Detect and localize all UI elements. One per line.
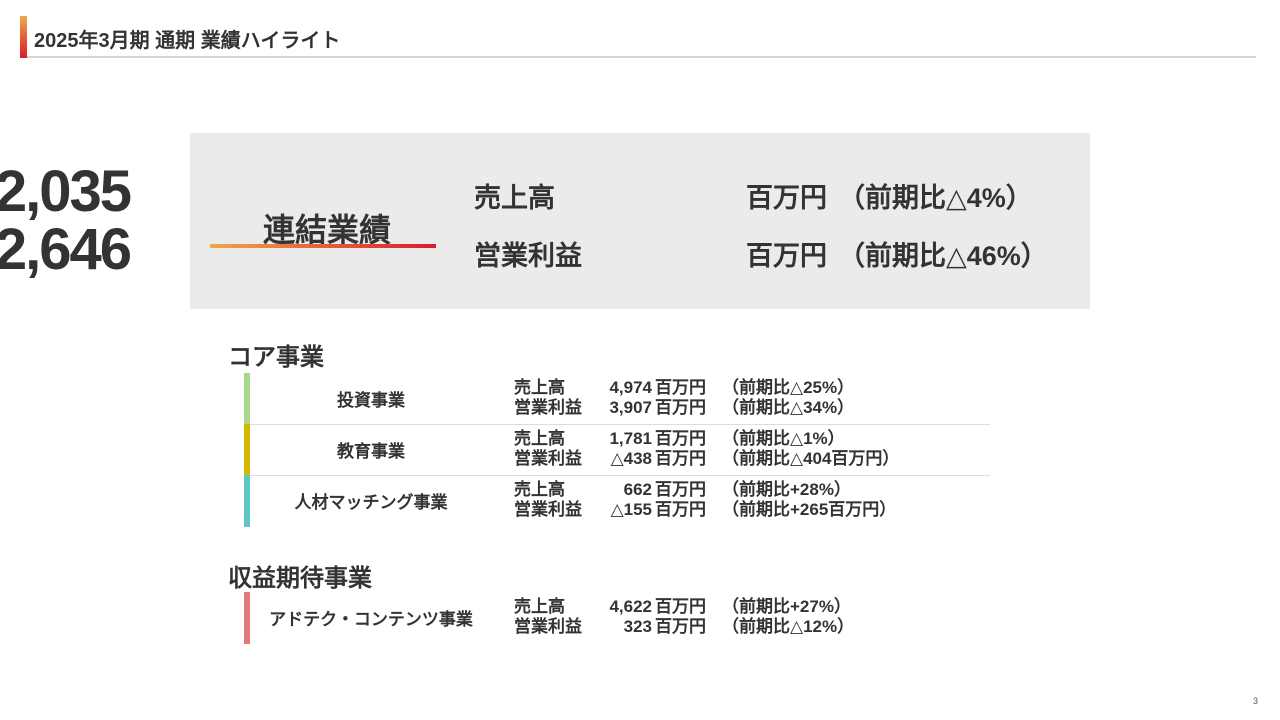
metric-change: （前期比△34%） (722, 398, 855, 417)
metric-change: （前期比△25%） (722, 378, 855, 397)
segment-education: 教育事業 売上高 1,781 百万円 （前期比△1%） 営業利益 △438 百万… (244, 424, 990, 476)
segment-hr-matching: 人材マッチング事業 売上高 662 百万円 （前期比+28%） 営業利益 △15… (244, 475, 990, 527)
summary-metric-unit: 百万円 (746, 183, 827, 213)
summary-metric-label: 売上高 (474, 183, 555, 213)
segment-name: 投資事業 (337, 391, 405, 410)
segment-adtech-content: アドテク・コンテンツ事業 売上高 4,622 百万円 （前期比+27%） 営業利… (244, 592, 990, 644)
metric-unit: 百万円 (655, 449, 706, 468)
metric-value: 4,974 (609, 378, 652, 397)
metric-unit: 百万円 (655, 378, 706, 397)
metric-value: 4,622 (609, 597, 652, 616)
metric-unit: 百万円 (655, 480, 706, 499)
page-number: 3 (1252, 696, 1258, 706)
metric-value: 3,907 (609, 398, 652, 417)
segment-name: 教育事業 (337, 442, 405, 461)
title-divider (27, 56, 1256, 58)
metric-change: （前期比△12%） (722, 617, 855, 636)
metric-unit: 百万円 (655, 597, 706, 616)
section-heading-growth: 収益期待事業 (228, 565, 372, 592)
metric-change: （前期比△404百万円） (722, 449, 900, 468)
page-title: 2025年3月期 通期 業績ハイライト (34, 30, 341, 52)
summary-metric-value: 12,035 (0, 159, 132, 224)
segment-name: 人材マッチング事業 (294, 493, 448, 512)
metric-value: 1,781 (609, 429, 652, 448)
metric-change: （前期比+27%） (722, 597, 851, 616)
metric-unit: 百万円 (655, 398, 706, 417)
metric-unit: 百万円 (655, 429, 706, 448)
metric-value: △438 (610, 449, 652, 468)
summary-metric-change: （前期比△4%） (838, 183, 1033, 213)
segment-investment: 投資事業 売上高 4,974 百万円 （前期比△25%） 営業利益 3,907 … (244, 373, 990, 425)
summary-label-underline (210, 244, 436, 248)
metric-value: 662 (623, 480, 652, 499)
summary-metric-unit: 百万円 (746, 241, 827, 271)
title-accent-bar (20, 16, 27, 58)
metric-unit: 百万円 (655, 617, 706, 636)
summary-metric-label: 営業利益 (474, 241, 582, 271)
consolidated-summary-panel: 連結業績 売上高 12,035 百万円 （前期比△4%） 営業利益 2,646 … (0, 133, 1090, 309)
metric-change: （前期比+28%） (722, 480, 851, 499)
summary-metric-change: （前期比△46%） (838, 241, 1048, 271)
summary-metric-value: 2,646 (0, 217, 132, 282)
metric-value: △155 (610, 500, 652, 519)
metric-unit: 百万円 (655, 500, 706, 519)
metric-value: 323 (623, 617, 652, 636)
segment-name: アドテク・コンテンツ事業 (269, 610, 473, 629)
metric-change: （前期比+265百万円） (722, 500, 897, 519)
metric-change: （前期比△1%） (722, 429, 845, 448)
section-heading-core: コア事業 (228, 344, 324, 371)
